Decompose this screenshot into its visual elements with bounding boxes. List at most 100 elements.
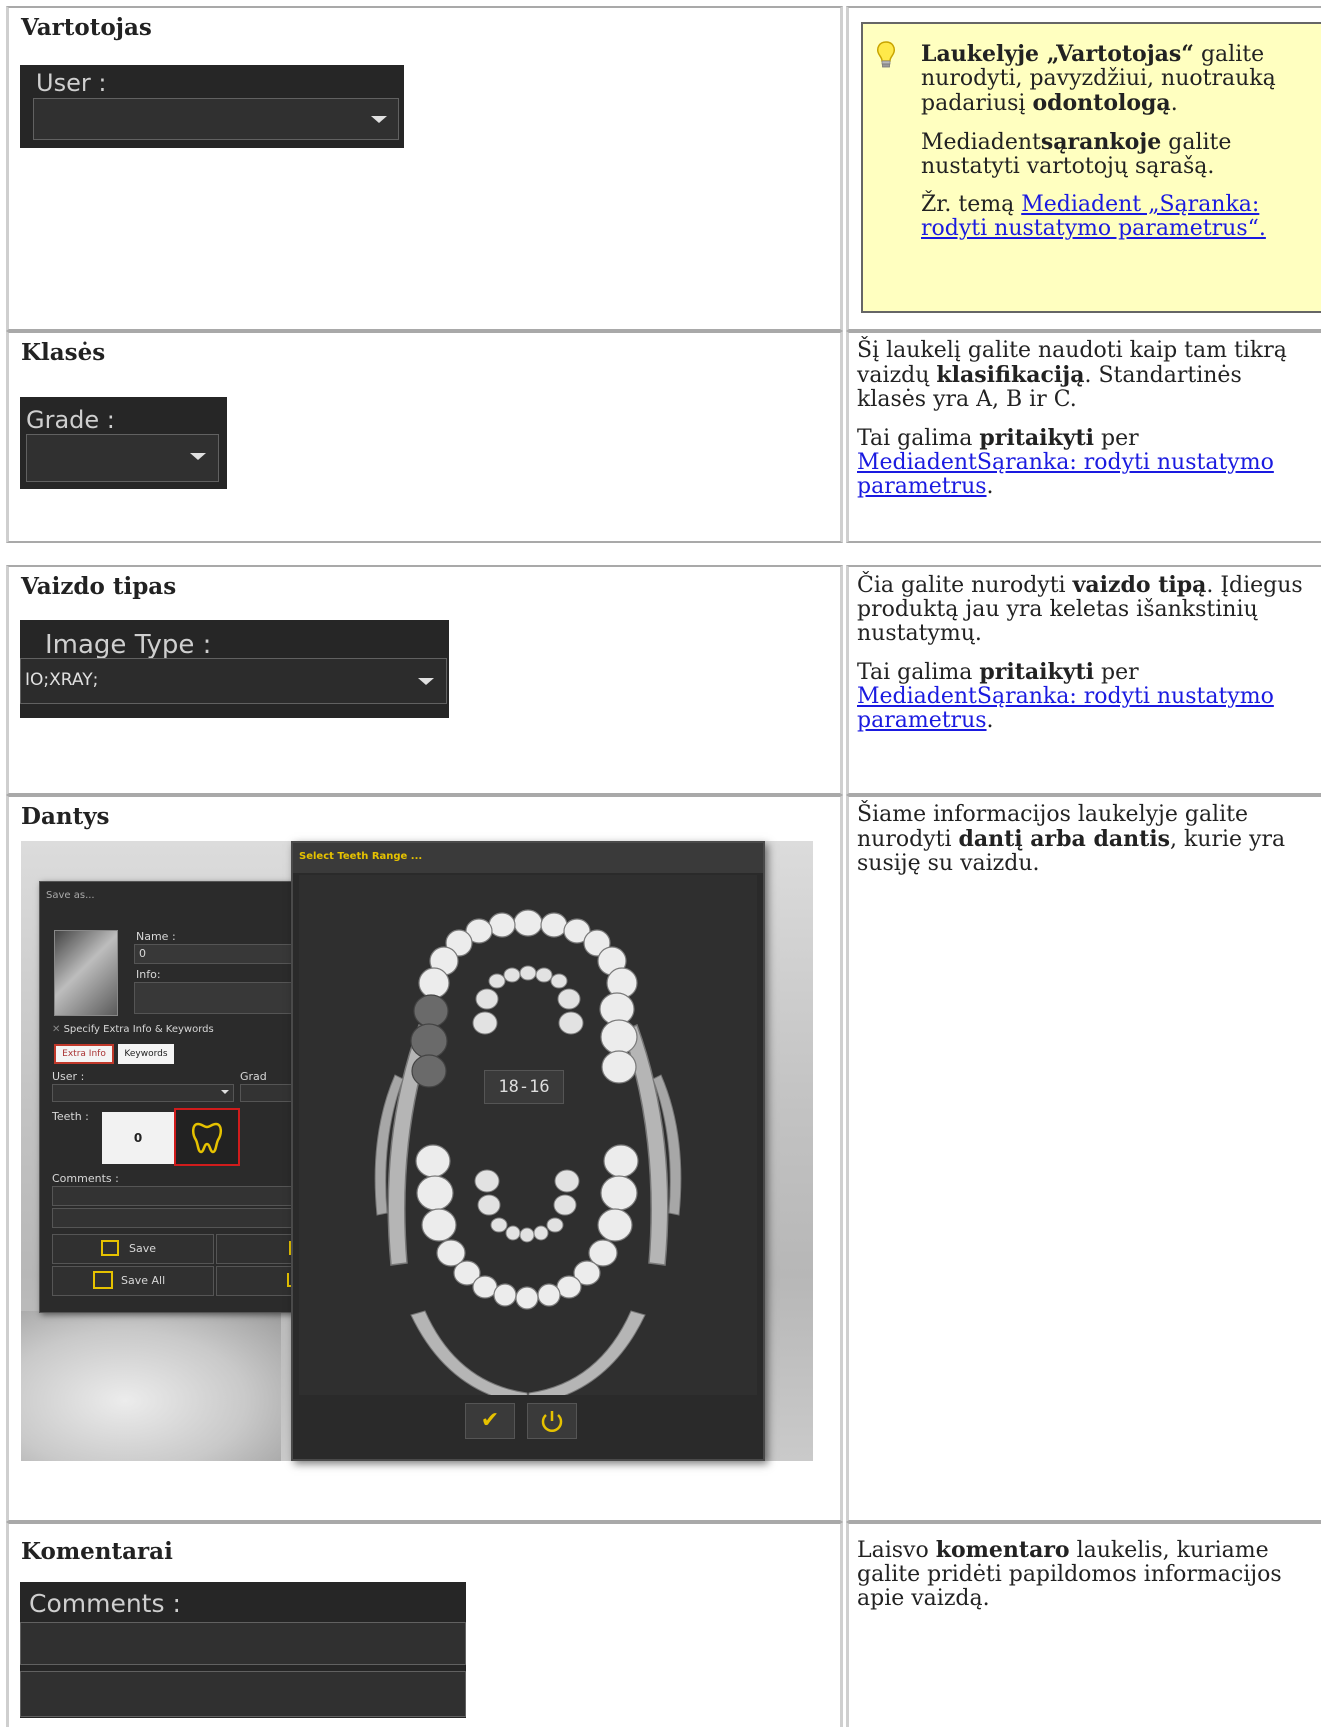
image-type-text-1: Čia galite nurodyti: [857, 573, 1073, 598]
select-teeth-dialog: Select Teeth Range ... 18-16 ✔: [291, 841, 765, 1461]
grade-label: Grade :: [26, 406, 115, 434]
save-button[interactable]: Save: [52, 1234, 214, 1264]
save-as-title: Save as...: [46, 890, 95, 901]
comments-input-line-2[interactable]: [20, 1671, 466, 1717]
comments-label-small: Comments :: [52, 1172, 119, 1185]
tab-keywords[interactable]: Keywords: [118, 1044, 174, 1064]
checkmark-icon: ✔: [480, 1408, 500, 1433]
extra-toggle-label: Specify Extra Info & Keywords: [63, 1024, 214, 1035]
teeth-bold: dantį arba dantis: [958, 826, 1170, 852]
thumbnail-image: [54, 930, 118, 1016]
cell-image-type-left: Vaizdo tipas Image Type : IO;XRAY;: [6, 565, 843, 795]
user-dropdown[interactable]: [33, 98, 399, 140]
cell-user-right: Laukelyje „Vartotojas“ galite nurodyti, …: [846, 6, 1321, 331]
teeth-chart: [374, 909, 682, 1406]
note-period: .: [1170, 91, 1178, 116]
heading-teeth: Dantys: [21, 803, 110, 830]
dialog-title: Select Teeth Range ...: [299, 851, 423, 862]
image-type-label: Image Type :: [45, 630, 212, 660]
save-all-button[interactable]: Save All: [52, 1266, 214, 1296]
teeth-chart-area: 18-16: [299, 875, 757, 1406]
row-grade: Klasės Grade : Šį laukelį galite naudoti…: [0, 331, 1321, 543]
comments-label: Comments :: [29, 1589, 181, 1618]
chevron-down-icon: [418, 678, 434, 685]
heading-image-type: Vaizdo tipas: [21, 573, 177, 600]
grade-bold-classification: klasifikaciją: [936, 362, 1085, 388]
user-label-small: User :: [52, 1070, 85, 1083]
comments-text-1: Laisvo: [857, 1538, 936, 1563]
image-type-value: IO;XRAY;: [25, 670, 99, 690]
note-text-3: Žr. temą: [921, 192, 1022, 217]
info-label: Info:: [136, 968, 161, 981]
cell-comments-left: Komentarai Comments :: [6, 1522, 843, 1727]
cell-user-left: Vartotojas User :: [6, 6, 843, 331]
save-all-label: Save All: [121, 1274, 166, 1287]
chevron-down-icon: [221, 1090, 229, 1094]
grade-dropdown[interactable]: [26, 434, 219, 482]
image-type-description: Čia galite nurodyti vaizdo tipą. Įdiegus…: [857, 573, 1315, 747]
image-type-setup-link[interactable]: MediadentSąranka: rodyti nustatymo param…: [857, 684, 1274, 733]
teeth-range-display: 18-16: [484, 1070, 564, 1104]
cell-grade-right: Šį laukelį galite naudoti kaip tam tikrą…: [846, 331, 1321, 543]
teeth-description: Šiame informacijos laukelyje galite nuro…: [857, 803, 1315, 890]
row-image-type: Vaizdo tipas Image Type : IO;XRAY; Čia g…: [0, 565, 1321, 795]
teeth-value-box: 0: [102, 1112, 174, 1164]
name-input[interactable]: 0: [134, 944, 304, 964]
chevron-down-icon: [190, 453, 206, 460]
note-bold-setup: sąrankoje: [1040, 129, 1162, 155]
cell-teeth-right: Šiame informacijos laukelyje galite nuro…: [846, 795, 1321, 1522]
grade-setup-link[interactable]: MediadentSąranka: rodyti nustatymo param…: [857, 450, 1274, 499]
cell-comments-right: Laisvo komentaro laukelis, kuriame galit…: [846, 1522, 1321, 1727]
grade-text-3: Tai galima: [857, 426, 980, 451]
power-icon: [541, 1411, 563, 1432]
comments-input-line-1[interactable]: [20, 1622, 466, 1665]
select-teeth-button[interactable]: [174, 1108, 240, 1166]
image-type-bold: vaizdo tipą: [1072, 572, 1207, 598]
save-label: Save: [129, 1242, 157, 1255]
save-all-icon: [93, 1271, 113, 1289]
comments-bold: komentaro: [935, 1537, 1070, 1563]
comments-widget: Comments :: [20, 1582, 466, 1718]
properties-table: Vartotojas User : Laukelyje „Vartotojas“…: [0, 0, 1321, 1727]
image-type-period: .: [986, 708, 994, 733]
comments-line-1[interactable]: [52, 1186, 304, 1206]
heading-grade: Klasės: [21, 339, 106, 366]
name-label: Name :: [136, 930, 176, 943]
tooth-icon: [192, 1122, 222, 1154]
user-label: User :: [36, 69, 107, 97]
row-comments: Komentarai Comments : Laisvo komentaro l…: [0, 1522, 1321, 1727]
extra-info-toggle[interactable]: ✕ Specify Extra Info & Keywords: [52, 1024, 214, 1035]
grade-widget: Grade :: [20, 397, 227, 489]
note-text: Laukelyje „Vartotojas“ galite nurodyti, …: [921, 42, 1316, 255]
image-type-bold-customize: pritaikyti: [979, 659, 1095, 685]
image-type-widget: Image Type : IO;XRAY;: [20, 620, 449, 718]
user-dropdown-small[interactable]: [52, 1084, 234, 1102]
grade-bold-customize: pritaikyti: [979, 425, 1095, 451]
confirm-button[interactable]: ✔: [465, 1403, 515, 1439]
cell-image-type-right: Čia galite nurodyti vaizdo tipą. Įdiegus…: [846, 565, 1321, 795]
image-type-text-3: Tai galima: [857, 660, 980, 685]
teeth-label-small: Teeth :: [52, 1110, 89, 1123]
note-bold-field-name: Laukelyje „Vartotojas“: [921, 41, 1194, 67]
comments-description: Laisvo komentaro laukelis, kuriame galit…: [857, 1538, 1315, 1625]
dialog-titlebar: Select Teeth Range ...: [293, 843, 763, 873]
tab-extra-info[interactable]: Extra Info: [54, 1044, 114, 1064]
user-widget: User :: [20, 65, 404, 148]
grade-label-small: Grad: [240, 1070, 267, 1083]
comments-line-2[interactable]: [52, 1208, 304, 1228]
close-dialog-button[interactable]: [527, 1403, 577, 1439]
info-input[interactable]: [134, 982, 304, 1014]
image-type-dropdown[interactable]: IO;XRAY;: [20, 658, 447, 704]
chevron-down-icon: [371, 116, 387, 123]
xray-jaw-area: [21, 1311, 281, 1461]
note-text-2a: Mediadent: [921, 130, 1041, 155]
heading-comments: Komentarai: [21, 1538, 173, 1565]
grade-text-4: per: [1094, 426, 1139, 451]
cell-grade-left: Klasės Grade :: [6, 331, 843, 543]
name-value: 0: [139, 947, 146, 960]
heading-user: Vartotojas: [21, 14, 152, 41]
info-note: Laukelyje „Vartotojas“ galite nurodyti, …: [861, 22, 1321, 313]
lightbulb-icon: [877, 41, 895, 68]
row-teeth: Dantys Save as... Name : 0 Info: ✕ Speci…: [0, 795, 1321, 1522]
cell-teeth-left: Dantys Save as... Name : 0 Info: ✕ Speci…: [6, 795, 843, 1522]
